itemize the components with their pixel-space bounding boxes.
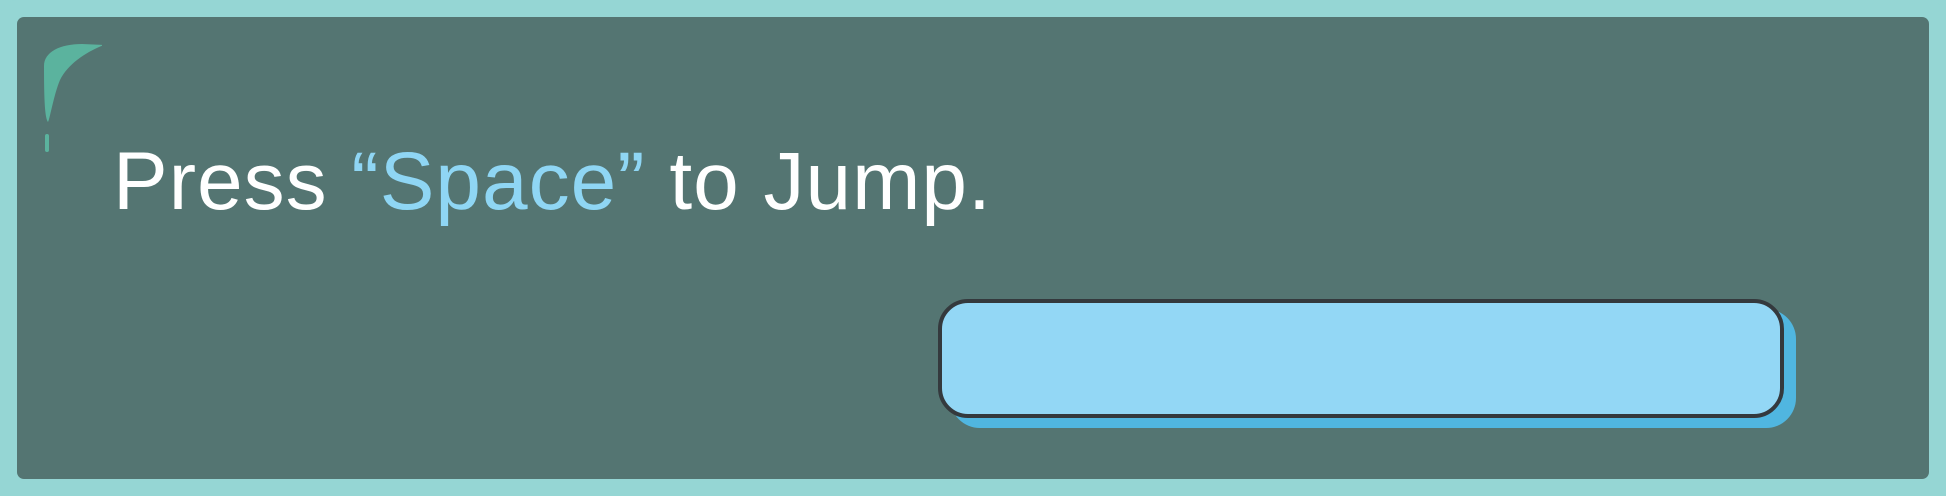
- key-open-quote: “: [351, 136, 380, 227]
- key-close-quote: ”: [617, 136, 646, 227]
- instruction-suffix: to Jump.: [645, 136, 992, 227]
- jump-button[interactable]: [938, 299, 1784, 418]
- instruction-prefix: Press: [113, 136, 352, 227]
- jump-instruction-text: Press “Space” to Jump.: [113, 133, 992, 231]
- corner-leaf-accent: [44, 44, 102, 152]
- tutorial-dialog-frame: Press “Space” to Jump.: [0, 0, 1946, 496]
- key-name-label: Space: [379, 136, 618, 227]
